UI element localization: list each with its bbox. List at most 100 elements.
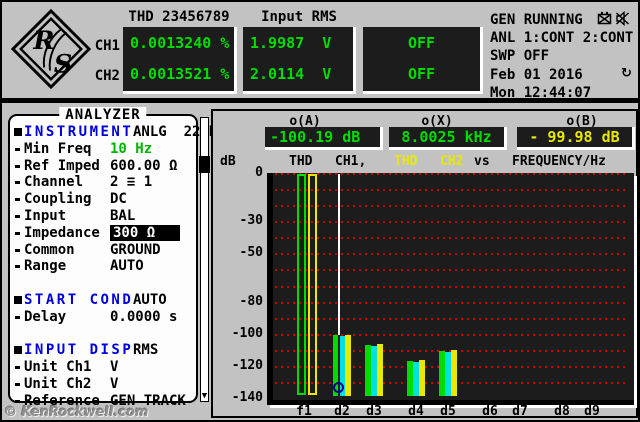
analyzer-row-instrument[interactable]: INSTRUMENTANLG 22kHz — [10, 124, 196, 140]
gridline--90db — [275, 318, 626, 320]
analyzer-row-ref-imped[interactable]: Ref Imped600.00 Ω — [10, 158, 196, 174]
refresh-icon: ↻ — [621, 66, 632, 81]
watermark: © KenRockwell.com — [4, 405, 148, 420]
y-tick--80: -80 — [213, 294, 263, 309]
row-value: V — [110, 359, 118, 375]
row-value: RMS — [133, 342, 158, 358]
analyzer-row-input-disp[interactable]: INPUT DISPRMS — [10, 342, 196, 358]
plot-frame — [267, 173, 634, 405]
scrollbar-down-arrow-icon[interactable]: ▼ — [201, 392, 208, 401]
row-value: 2 ≡ 1 — [110, 174, 152, 190]
item-bullet-icon — [15, 181, 20, 184]
speaker-mute-icon — [615, 11, 630, 26]
row-label: Delay — [24, 309, 66, 325]
analyzer-row-impedance[interactable]: Impedance300 Ω — [10, 225, 196, 241]
gridline--80db — [275, 302, 626, 304]
rohde-schwarz-logo: R S — [10, 8, 92, 90]
analyzer-row-unit-ch1[interactable]: Unit Ch1 V — [10, 359, 196, 375]
analyzer-row-unit-ch2[interactable]: Unit Ch2 V — [10, 376, 196, 392]
aux-readout-box: OFF OFF — [363, 27, 483, 94]
status-swp-line: SWP OFF — [490, 49, 549, 64]
rms-ch2-value: 2.0114 V — [250, 65, 331, 83]
item-bullet-icon — [15, 383, 20, 386]
row-label: Impedance — [24, 225, 100, 241]
analyzer-row-common[interactable]: Common GROUND — [10, 242, 196, 258]
row-label: INSTRUMENT — [24, 124, 133, 140]
item-bullet-icon — [15, 366, 20, 369]
cursor-a-readout: -100.19 dB — [265, 127, 383, 150]
row-value: AUTO — [133, 292, 167, 308]
y-tick--120: -120 — [213, 358, 263, 373]
legend-trace2-ch: CH2 — [440, 154, 463, 169]
cursor-x-value: 8.0025 kHz — [389, 127, 504, 147]
row-label: Min Freq — [24, 141, 91, 157]
row-value: V — [110, 376, 118, 392]
item-bullet-icon — [15, 265, 20, 268]
gridline--50db — [275, 253, 626, 255]
gridline--10db — [275, 189, 626, 191]
row-label: Unit Ch2 — [24, 376, 91, 392]
legend-vs: vs — [474, 154, 490, 169]
item-bullet-icon — [15, 148, 20, 151]
gridline-0db — [275, 173, 626, 175]
row-value: 10 Hz — [110, 141, 152, 157]
bar-f1-ch1 — [297, 174, 306, 395]
row-label: Unit Ch1 — [24, 359, 91, 375]
x-tick-d9: d9 — [572, 404, 612, 419]
panel-scrollbar[interactable]: ▼ — [200, 117, 209, 402]
cursor-b-value: - 99.98 dB — [517, 127, 632, 147]
row-label: Channel — [24, 174, 83, 190]
row-label: INPUT DISP — [24, 342, 133, 358]
bar-d2-ch2 — [345, 335, 351, 396]
analyzer-row-channel[interactable]: Channel 2 ≡ 1 — [10, 174, 196, 190]
analyzer-rows: INSTRUMENTANLG 22kHzMin Freq10 HzRef Imp… — [10, 116, 196, 401]
input-rms-readout-box: 1.9987 V 2.0114 V — [243, 27, 356, 94]
item-bullet-icon — [15, 198, 20, 201]
cursor-x-readout: 8.0025 kHz — [389, 127, 507, 150]
x-axis-title: FREQUENCY/Hz — [512, 154, 606, 169]
logo-letter-s: S — [54, 48, 72, 78]
row-value: GROUND — [110, 242, 161, 258]
item-bullet-icon — [15, 400, 20, 403]
gridline--60db — [275, 269, 626, 271]
row-value: AUTO — [110, 258, 144, 274]
analyzer-row-delay[interactable]: Delay0.0000 s — [10, 309, 196, 325]
chart-panel: o(A) o(X) o(B) -100.19 dB 8.0025 kHz - 9… — [211, 109, 638, 418]
row-value: BAL — [110, 208, 135, 224]
analyzer-row-min-freq[interactable]: Min Freq 10 Hz — [10, 141, 196, 157]
ch2-label: CH2 — [94, 68, 120, 84]
thd-ch2-value: 0.0013521 % — [130, 65, 229, 83]
x-tick-f1: f1 — [284, 404, 324, 419]
thd-ch1-value: 0.0013240 % — [130, 34, 229, 52]
x-tick-d5: d5 — [428, 404, 468, 419]
item-bullet-icon — [15, 165, 20, 168]
item-bullet-icon — [15, 232, 20, 235]
cursor-line[interactable] — [338, 174, 340, 335]
analyzer-row-start-cond[interactable]: START CONDAUTO — [10, 292, 196, 308]
x-tick-d7: d7 — [500, 404, 540, 419]
y-tick--30: -30 — [213, 213, 263, 228]
rms-ch1-value: 1.9987 V — [250, 34, 331, 52]
y-tick--100: -100 — [213, 326, 263, 341]
section-bullet-icon — [14, 296, 22, 304]
analyzer-panel: ANALYZER INSTRUMENTANLG 22kHzMin Freq10 … — [8, 114, 198, 403]
status-gen-line: GEN RUNNING — [490, 13, 583, 28]
thd-readout-box: 0.0013240 % 0.0013521 % — [123, 27, 237, 94]
row-label: Ref Imped — [24, 158, 100, 174]
y-tick-0: 0 — [213, 165, 263, 180]
bar-d4-ch2 — [419, 360, 425, 396]
cursor-b-readout: - 99.98 dB — [517, 127, 635, 150]
scrollbar-thumb[interactable] — [199, 156, 210, 173]
x-tick-d3: d3 — [354, 404, 394, 419]
analyzer-row-input[interactable]: InputBAL — [10, 208, 196, 224]
item-bullet-icon — [15, 316, 20, 319]
row-label: Common — [24, 242, 75, 258]
y-tick--50: -50 — [213, 245, 263, 260]
analyzer-row-coupling[interactable]: CouplingDC — [10, 191, 196, 207]
input-rms-title: Input RMS — [243, 9, 355, 25]
cursor-o-marker-icon — [333, 382, 344, 393]
section-bullet-icon — [14, 346, 22, 354]
keyboard-lock-icon — [597, 11, 612, 26]
bar-d3-ch2 — [377, 344, 383, 396]
analyzer-row-range[interactable]: RangeAUTO — [10, 258, 196, 274]
